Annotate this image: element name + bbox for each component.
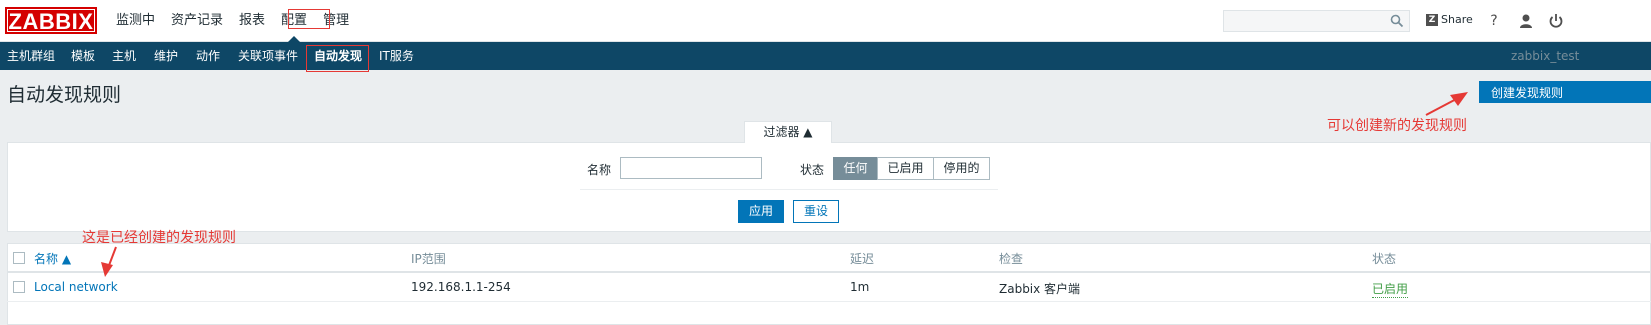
arrow-to-create-button [1425, 92, 1468, 116]
arrow-to-existing-rule [101, 246, 117, 277]
annotation-arrows [101, 92, 1468, 277]
